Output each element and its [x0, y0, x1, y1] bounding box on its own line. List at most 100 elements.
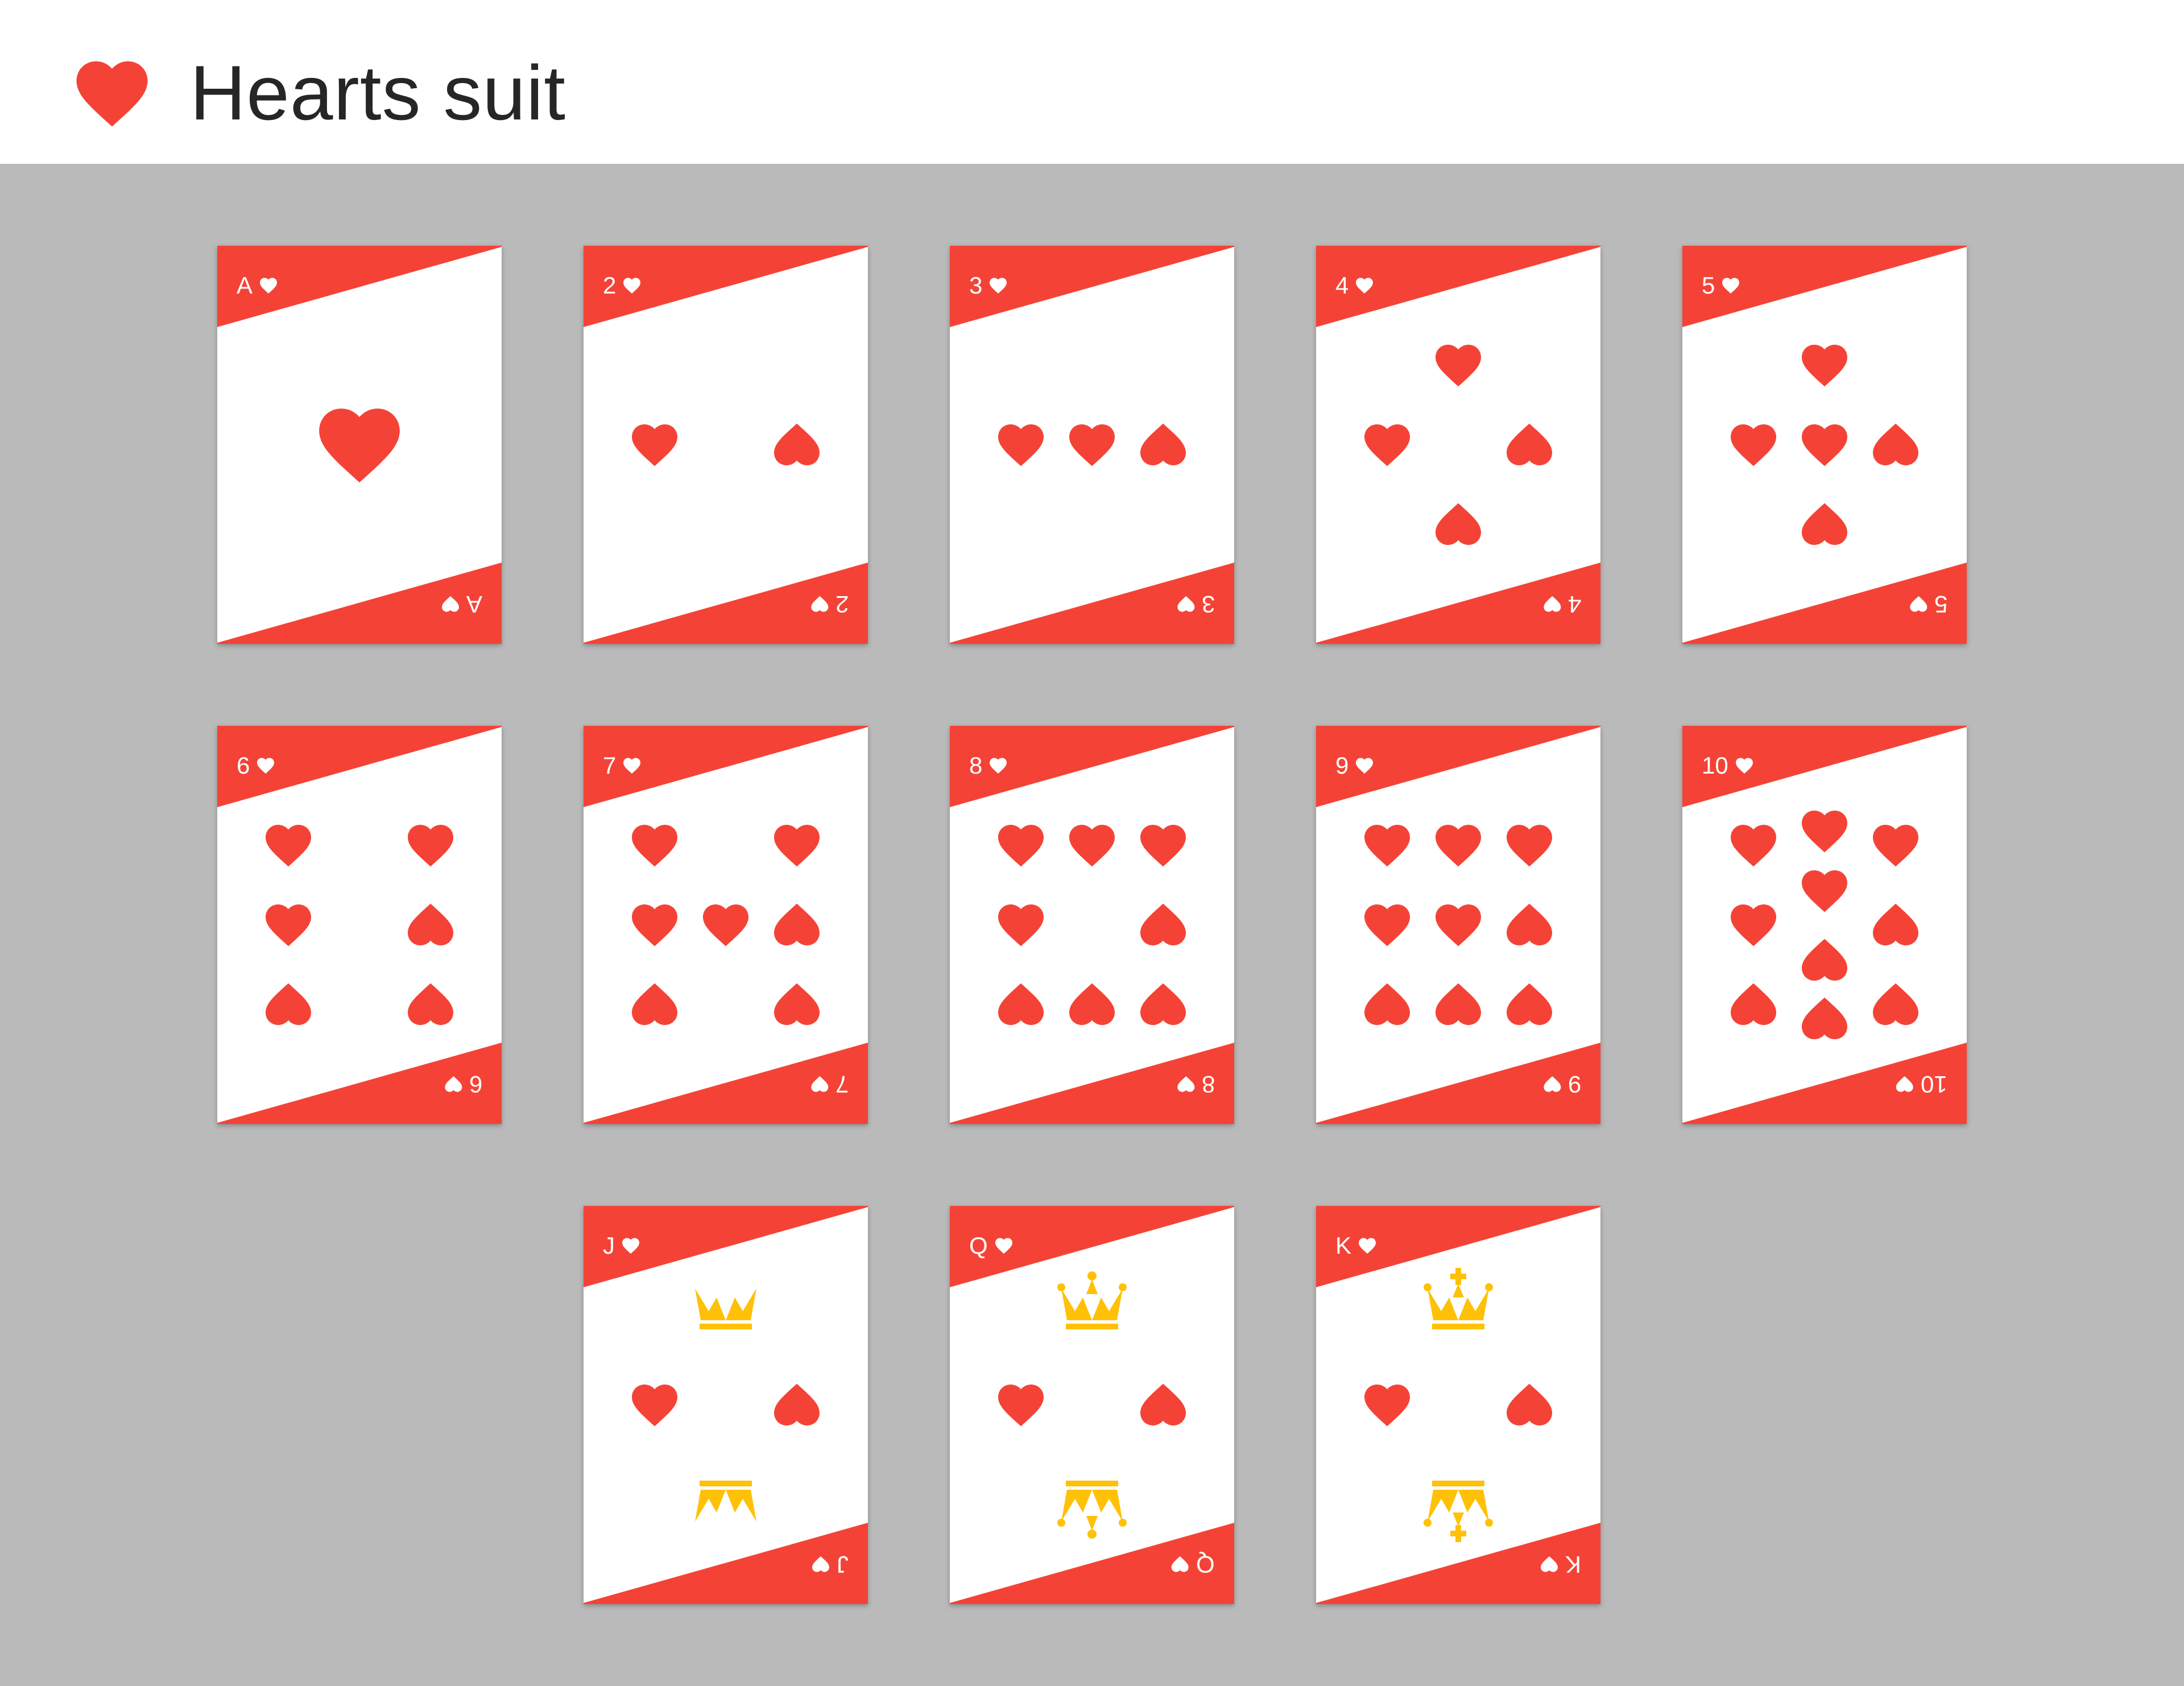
corner-index-top: K — [1335, 1232, 1378, 1260]
heart-icon — [622, 1238, 639, 1254]
heart-icon — [990, 758, 1007, 774]
corner-index-bottom: A — [440, 590, 482, 618]
heart-icon — [257, 758, 275, 774]
card-j-of-hearts[interactable]: JJ — [584, 1206, 868, 1604]
heart-icon — [810, 596, 828, 612]
rank-label: J — [837, 1551, 849, 1578]
corner-index-bottom: 4 — [1542, 590, 1581, 618]
corner-index-bottom: 7 — [809, 1070, 849, 1098]
card-face — [1316, 246, 1600, 644]
card-face — [1316, 1206, 1600, 1604]
rank-label: 8 — [969, 752, 983, 779]
card-6-of-hearts[interactable]: 66 — [217, 726, 502, 1124]
rank-label: J — [603, 1232, 615, 1259]
rank-label: 4 — [1335, 272, 1349, 299]
heart-icon — [990, 278, 1007, 294]
heart-icon — [1896, 1076, 1914, 1092]
rank-label: 9 — [1335, 752, 1349, 779]
rank-label: A — [466, 591, 482, 618]
card-q-of-hearts[interactable]: QQ — [950, 1206, 1234, 1604]
corner-index-top: 6 — [237, 751, 276, 780]
corner-index-top: Q — [969, 1232, 1014, 1260]
card-face — [584, 726, 868, 1124]
heart-icon — [1177, 1076, 1194, 1092]
heart-icon — [1177, 596, 1194, 612]
corner-index-top: J — [603, 1232, 641, 1260]
corner-index-top: 3 — [969, 271, 1008, 300]
rank-label: 7 — [835, 1071, 849, 1098]
corner-index-bottom: 9 — [1542, 1070, 1581, 1098]
rank-label: 10 — [1921, 1071, 1947, 1098]
corner-index-top: 7 — [603, 751, 642, 780]
rank-label: Q — [1196, 1551, 1215, 1578]
heart-icon — [1735, 758, 1753, 774]
rank-label: 6 — [469, 1071, 482, 1098]
heart-icon — [1172, 1556, 1189, 1572]
rank-label: 10 — [1702, 752, 1728, 779]
corner-index-top: 10 — [1702, 751, 1755, 780]
card-face — [584, 246, 868, 644]
rank-label: 9 — [1567, 1071, 1581, 1098]
card-4-of-hearts[interactable]: 44 — [1316, 246, 1600, 644]
heart-icon — [444, 1076, 462, 1092]
rank-label: 5 — [1934, 591, 1947, 618]
card-face — [584, 1206, 868, 1604]
rank-label: 4 — [1567, 591, 1581, 618]
corner-index-top: 8 — [969, 751, 1008, 780]
corner-index-bottom: J — [810, 1550, 849, 1578]
rank-label: 2 — [603, 272, 617, 299]
rank-label: K — [1335, 1232, 1352, 1259]
card-face — [217, 246, 502, 644]
card-7-of-hearts[interactable]: 77 — [584, 726, 868, 1124]
card-face — [950, 1206, 1234, 1604]
card-10-of-hearts[interactable]: 10 10 — [1682, 726, 1967, 1124]
rank-label: 8 — [1201, 1071, 1215, 1098]
corner-index-top: 5 — [1702, 271, 1741, 300]
card-face — [1316, 726, 1600, 1124]
heart-icon — [1359, 1238, 1376, 1254]
heart-icon — [1356, 758, 1374, 774]
rank-label: 3 — [1201, 591, 1215, 618]
card-face — [950, 726, 1234, 1124]
rank-label: 7 — [603, 752, 617, 779]
heart-icon — [623, 758, 641, 774]
rank-label: A — [237, 272, 253, 299]
corner-index-top: 2 — [603, 271, 642, 300]
heart-icon — [995, 1238, 1012, 1254]
card-8-of-hearts[interactable]: 88 — [950, 726, 1234, 1124]
card-2-of-hearts[interactable]: 22 — [584, 246, 868, 644]
card-face — [1682, 246, 1967, 644]
card-5-of-hearts[interactable]: 55 — [1682, 246, 1967, 644]
card-face — [1682, 726, 1967, 1124]
card-9-of-hearts[interactable]: 99 — [1316, 726, 1600, 1124]
corner-index-top: A — [237, 271, 279, 300]
heart-icon — [260, 278, 278, 294]
card-face — [217, 726, 502, 1124]
corner-index-bottom: 6 — [443, 1070, 482, 1098]
corner-index-bottom: 10 — [1895, 1070, 1947, 1098]
card-k-of-hearts[interactable]: KK — [1316, 1206, 1600, 1604]
heart-icon — [812, 1556, 829, 1572]
corner-index-bottom: K — [1539, 1550, 1581, 1578]
corner-index-top: 4 — [1335, 271, 1375, 300]
rank-label: 5 — [1702, 272, 1715, 299]
corner-index-bottom: 8 — [1176, 1070, 1215, 1098]
card-a-of-hearts[interactable]: AA — [217, 246, 502, 644]
rank-label: Q — [969, 1232, 988, 1259]
rank-label: K — [1565, 1551, 1581, 1578]
heart-icon — [441, 596, 459, 612]
header-bar: Hearts suit — [0, 0, 2184, 164]
heart-icon — [1356, 278, 1374, 294]
rank-label: 6 — [237, 752, 250, 779]
heart-icon — [623, 278, 641, 294]
heart-icon — [1909, 596, 1927, 612]
heart-icon — [1722, 278, 1740, 294]
card-face — [950, 246, 1234, 644]
heart-icon — [810, 1076, 828, 1092]
heart-icon — [1543, 596, 1561, 612]
card-3-of-hearts[interactable]: 33 — [950, 246, 1234, 644]
corner-index-top: 9 — [1335, 751, 1375, 780]
heart-icon — [1543, 1076, 1561, 1092]
heart-icon — [1540, 1556, 1558, 1572]
corner-index-bottom: Q — [1170, 1550, 1215, 1578]
